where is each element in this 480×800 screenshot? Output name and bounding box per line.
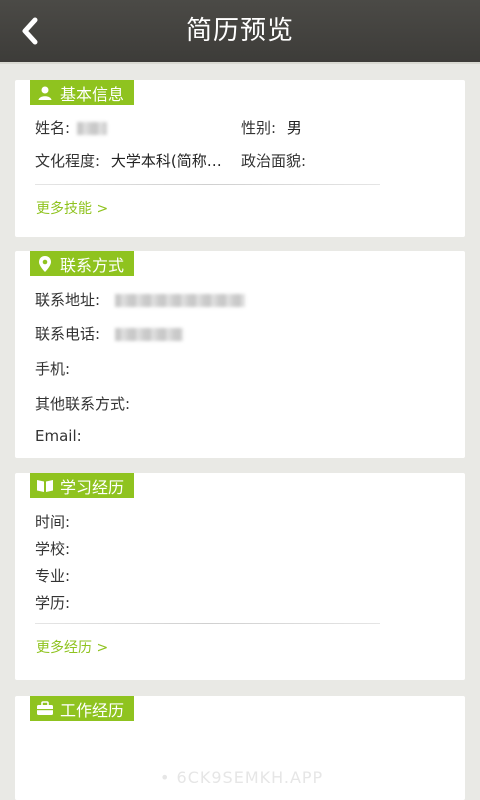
section-title: 基本信息 — [60, 84, 125, 104]
major-row: 专业: — [35, 565, 70, 586]
watermark: • 6CK9SEMKH.APP — [160, 768, 324, 787]
time-label: 时间: — [35, 513, 71, 531]
address-value-redacted — [114, 294, 245, 307]
book-icon — [36, 477, 54, 495]
contact-label: 联系方式 — [30, 251, 135, 276]
email-row: Email: — [35, 427, 82, 445]
email-label: Email: — [35, 427, 82, 445]
education-value: 大学本科(简称… — [110, 152, 222, 170]
name-label: 姓名: — [35, 119, 71, 137]
gender-row: 性别: 男 — [241, 117, 302, 138]
education-label: 文化程度: — [35, 152, 101, 170]
section-title: 学习经历 — [60, 477, 125, 497]
mobile-row: 手机: — [35, 358, 70, 379]
phone-row: 联系电话: — [35, 323, 183, 344]
gender-label: 性别: — [241, 119, 277, 137]
school-label: 学校: — [35, 540, 71, 558]
section-title: 工作经历 — [60, 700, 125, 720]
section-title: 联系方式 — [60, 255, 125, 275]
location-pin-icon — [36, 255, 54, 273]
address-row: 联系地址: — [35, 289, 245, 310]
work-label: 工作经历 — [30, 696, 135, 721]
major-label: 专业: — [35, 567, 71, 585]
political-label: 政治面貌: — [241, 152, 307, 170]
gender-value: 男 — [286, 119, 302, 137]
mobile-label: 手机: — [35, 360, 71, 378]
political-row: 政治面貌: — [241, 150, 306, 171]
more-skills-link[interactable]: 更多技能 > — [36, 198, 108, 218]
other-contact-row: 其他联系方式: — [35, 393, 130, 414]
address-label: 联系地址: — [35, 291, 101, 309]
phone-value-redacted — [114, 328, 183, 341]
briefcase-icon — [36, 700, 54, 718]
degree-label: 学历: — [35, 594, 71, 612]
page-title: 简历预览 — [185, 16, 294, 46]
contact-card: 联系方式 联系地址: 联系电话: 手机: 其他联系方式: Email: — [15, 251, 465, 458]
education-row: 文化程度: 大学本科(简称… — [35, 150, 222, 171]
basic-info-card: 基本信息 姓名: 性别: 男 文化程度: 大学本科(简称… 政治面貌: 更多技能… — [15, 80, 465, 237]
top-bar: 简历预览 — [0, 0, 480, 64]
divider — [35, 184, 380, 185]
study-card: 学习经历 时间: 学校: 专业: 学历: 更多经历 > — [15, 473, 465, 680]
time-row: 时间: — [35, 511, 70, 532]
person-icon — [36, 84, 54, 102]
divider — [35, 623, 380, 624]
degree-row: 学历: — [35, 592, 70, 613]
phone-label: 联系电话: — [35, 325, 101, 343]
school-row: 学校: — [35, 538, 70, 559]
study-label: 学习经历 — [30, 473, 135, 498]
more-experience-link[interactable]: 更多经历 > — [36, 637, 108, 657]
other-contact-label: 其他联系方式: — [35, 395, 131, 413]
name-row: 姓名: — [35, 117, 107, 138]
name-value-redacted — [76, 122, 107, 135]
basic-info-label: 基本信息 — [30, 80, 135, 105]
